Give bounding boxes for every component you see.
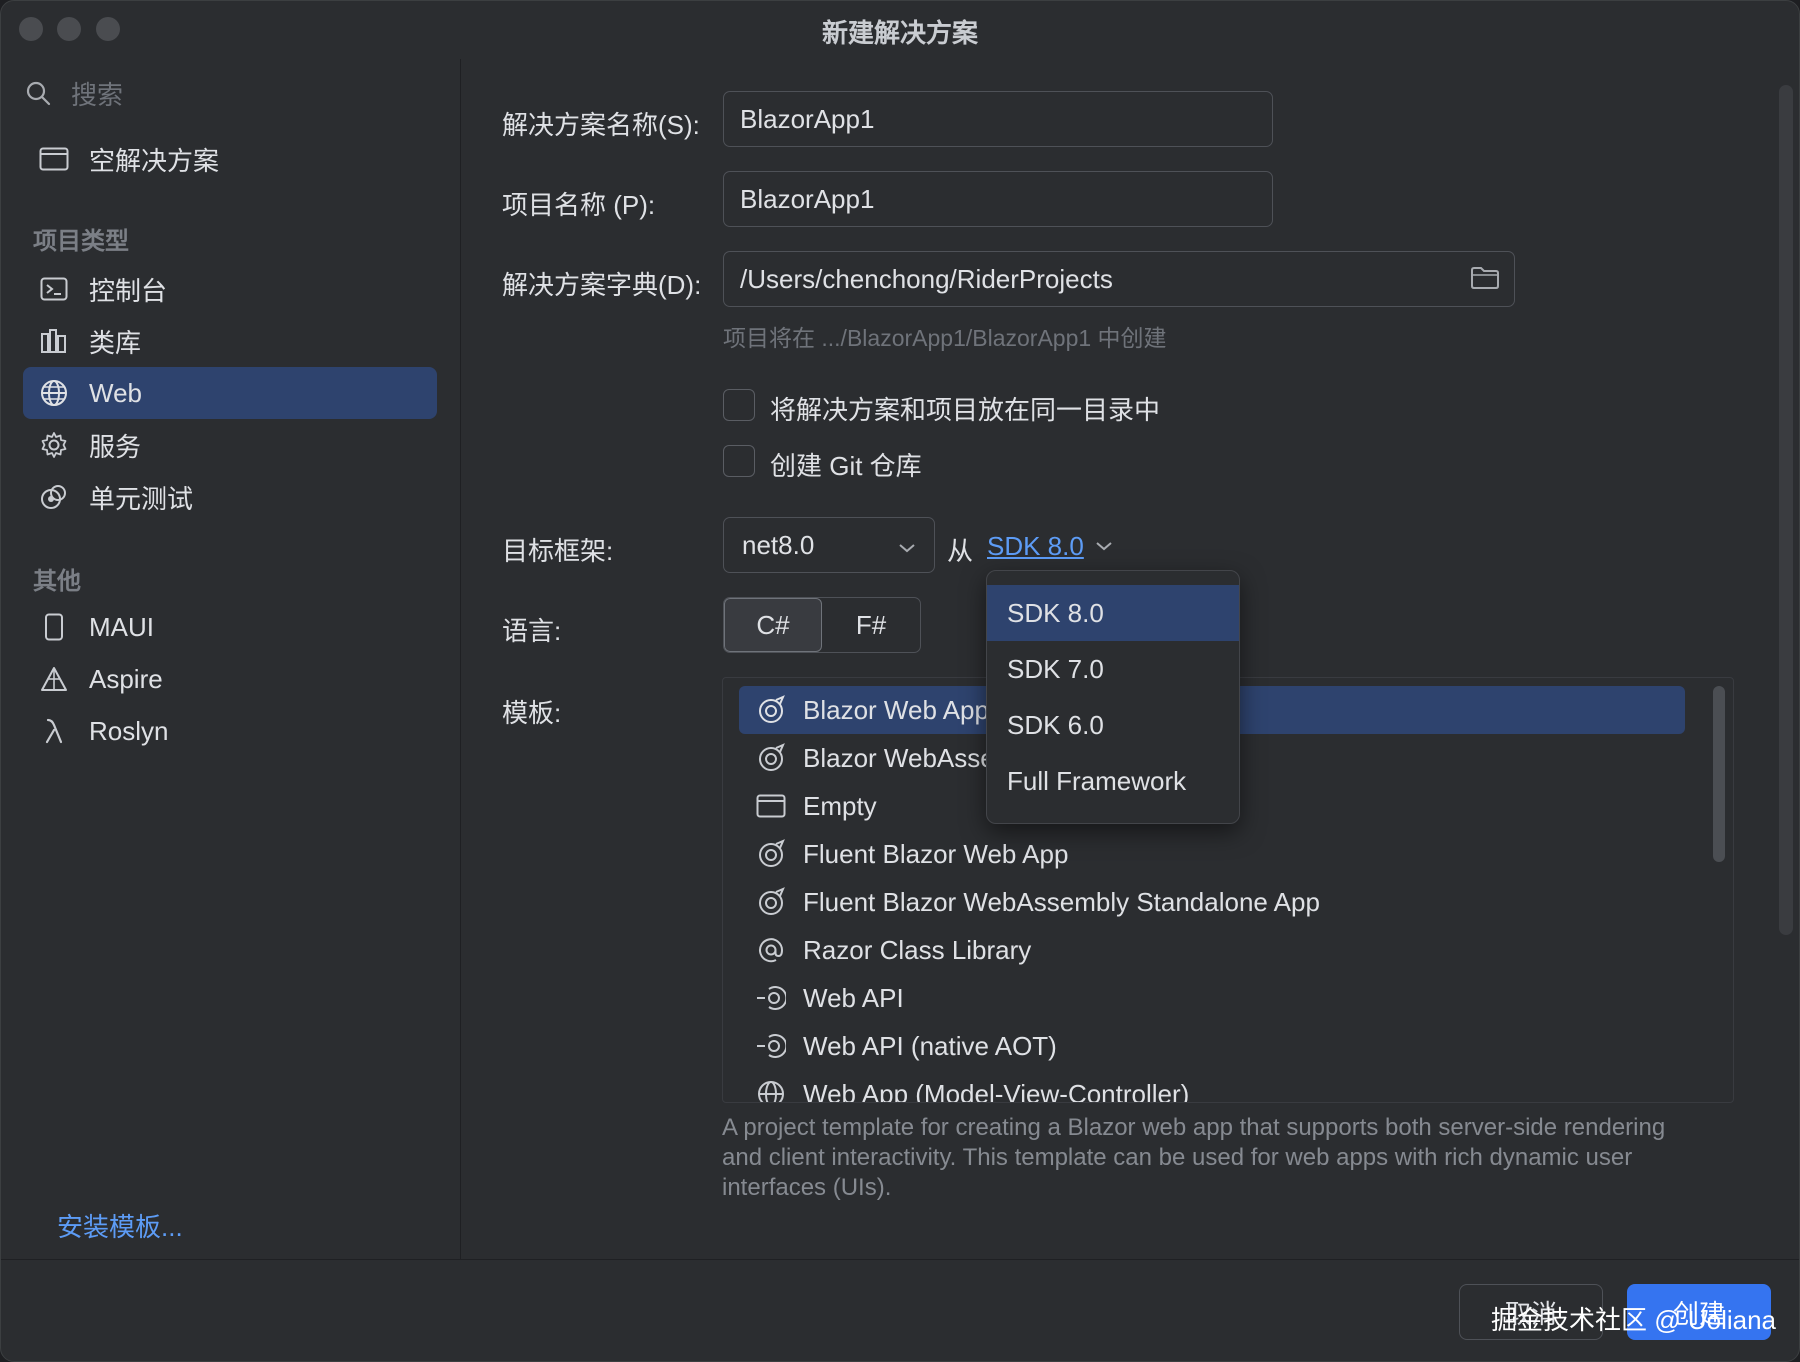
sidebar-item-web[interactable]: Web <box>23 367 437 419</box>
target-framework-value: net8.0 <box>742 529 815 560</box>
sdk-dropdown-menu: SDK 8.0 SDK 7.0 SDK 6.0 Full Framework <box>986 570 1240 824</box>
git-repo-label: 创建 Git 仓库 <box>770 451 922 481</box>
solution-dir-label: 解决方案字典(D): <box>502 270 702 300</box>
sidebar-item-label: 单元测试 <box>89 483 194 514</box>
template-label: Web App (Model-View-Controller) <box>803 1078 1190 1103</box>
template-row[interactable]: Web API <box>739 974 1685 1022</box>
template-row[interactable]: Fluent Blazor Web App <box>739 830 1685 878</box>
titlebar: 新建解决方案 <box>1 1 1799 59</box>
target-framework-label: 目标框架: <box>502 536 614 566</box>
template-row[interactable]: Web App (Model-View-Controller) <box>739 1070 1685 1103</box>
same-dir-label: 将解决方案和项目放在同一目录中 <box>770 395 1161 425</box>
library-icon <box>39 326 69 356</box>
git-repo-checkbox[interactable] <box>723 445 755 477</box>
at-icon <box>755 934 787 966</box>
template-list-scrollbar[interactable] <box>1713 686 1725 862</box>
search-icon <box>26 81 51 106</box>
sidebar-item-empty-solution[interactable]: 空解决方案 <box>23 133 437 185</box>
sidebar-item-service[interactable]: 服务 <box>23 419 437 471</box>
sidebar-item-console[interactable]: 控制台 <box>23 263 437 315</box>
new-solution-dialog: 新建解决方案 搜索 空解决方案 项目类型 控制台 类库 Web 服务 单元测试 … <box>0 0 1800 1362</box>
template-label: Fluent Blazor WebAssembly Standalone App <box>803 886 1320 917</box>
sidebar-item-library[interactable]: 类库 <box>23 315 437 367</box>
project-name-input[interactable]: BlazorApp1 <box>723 171 1273 227</box>
template-label: Empty <box>803 790 877 821</box>
blazor-icon <box>755 886 787 918</box>
template-description: A project template for creating a Blazor… <box>722 1114 1666 1201</box>
template-row[interactable]: Web API (native AOT) <box>739 1022 1685 1070</box>
sidebar-item-label: Roslyn <box>89 715 169 746</box>
language-segmented-control: C# F# <box>723 597 921 653</box>
api-icon <box>755 982 787 1014</box>
sidebar-item-label: 空解决方案 <box>89 145 220 176</box>
sdk-option[interactable]: Full Framework <box>987 753 1239 809</box>
solution-dir-value: /Users/chenchong/RiderProjects <box>740 263 1113 294</box>
template-label: Razor Class Library <box>803 934 1032 965</box>
project-location-hint: 项目将在 .../BlazorApp1/BlazorApp1 中创建 <box>723 325 1167 351</box>
sdk-chevron-down-icon[interactable] <box>1095 539 1113 557</box>
section-project-types: 项目类型 <box>33 228 129 255</box>
project-name-label: 项目名称 (P): <box>502 190 656 220</box>
console-icon <box>39 274 69 304</box>
sidebar: 搜索 空解决方案 项目类型 控制台 类库 Web 服务 单元测试 其他 MAUI… <box>1 59 461 1259</box>
search-field[interactable]: 搜索 <box>25 71 435 115</box>
window-icon <box>755 790 787 822</box>
solution-dir-input[interactable]: /Users/chenchong/RiderProjects <box>723 251 1515 307</box>
template-label: 模板: <box>502 698 562 728</box>
from-text: 从 <box>947 536 974 566</box>
sidebar-item-roslyn[interactable]: Roslyn <box>23 705 437 757</box>
sidebar-item-label: MAUI <box>89 611 154 642</box>
footer: 取消 创建 掘金技术社区 @ Uoliana <box>1 1259 1799 1361</box>
template-label: Blazor Web App <box>803 694 989 725</box>
dialog-title: 新建解决方案 <box>821 18 978 48</box>
blazor-icon <box>755 694 787 726</box>
sidebar-item-label: 类库 <box>89 327 142 358</box>
api-icon <box>755 1030 787 1062</box>
template-label: Web API (native AOT) <box>803 1030 1057 1061</box>
dialog-scrollbar[interactable] <box>1779 85 1793 935</box>
sidebar-item-label: 控制台 <box>89 275 168 306</box>
sdk-option[interactable]: SDK 7.0 <box>987 641 1239 697</box>
template-label: Fluent Blazor Web App <box>803 838 1069 869</box>
sdk-option[interactable]: SDK 8.0 <box>987 585 1239 641</box>
target-framework-select[interactable]: net8.0 <box>723 517 935 573</box>
template-row[interactable]: Fluent Blazor WebAssembly Standalone App <box>739 878 1685 926</box>
sdk-link[interactable]: SDK 8.0 <box>987 531 1084 562</box>
blazor-icon <box>755 838 787 870</box>
chevron-down-icon <box>898 530 916 561</box>
aspire-icon <box>39 664 69 694</box>
lambda-icon <box>39 716 69 746</box>
sidebar-item-label: Aspire <box>89 663 163 694</box>
same-dir-checkbox[interactable] <box>723 389 755 421</box>
template-row[interactable]: Razor Class Library <box>739 926 1685 974</box>
language-fsharp-button[interactable]: F# <box>822 598 920 652</box>
sidebar-item-maui[interactable]: MAUI <box>23 601 437 653</box>
folder-icon[interactable] <box>1470 266 1500 297</box>
template-label: Web API <box>803 982 904 1013</box>
search-placeholder: 搜索 <box>71 79 124 110</box>
globe-icon <box>755 1078 787 1102</box>
gear-icon <box>39 430 69 460</box>
section-other: 其他 <box>33 568 81 595</box>
sdk-option[interactable]: SDK 6.0 <box>987 697 1239 753</box>
sidebar-item-label: Web <box>89 377 142 408</box>
sidebar-item-aspire[interactable]: Aspire <box>23 653 437 705</box>
window-icon <box>39 144 69 174</box>
phone-icon <box>39 612 69 642</box>
install-templates-link[interactable]: 安装模板... <box>57 1207 183 1244</box>
sidebar-item-label: 服务 <box>89 431 142 462</box>
sidebar-item-unit-test[interactable]: 单元测试 <box>23 471 437 523</box>
language-csharp-button[interactable]: C# <box>724 598 822 652</box>
solution-name-input[interactable]: BlazorApp1 <box>723 91 1273 147</box>
main-panel: 解决方案名称(S): BlazorApp1 项目名称 (P): BlazorAp… <box>462 59 1799 1259</box>
solution-name-label: 解决方案名称(S): <box>502 110 700 140</box>
globe-icon <box>39 378 69 408</box>
watermark: 掘金技术社区 @ Uoliana <box>1491 1305 1777 1335</box>
language-label: 语言: <box>502 616 562 646</box>
blazor-icon <box>755 742 787 774</box>
unit-test-icon <box>39 482 69 512</box>
